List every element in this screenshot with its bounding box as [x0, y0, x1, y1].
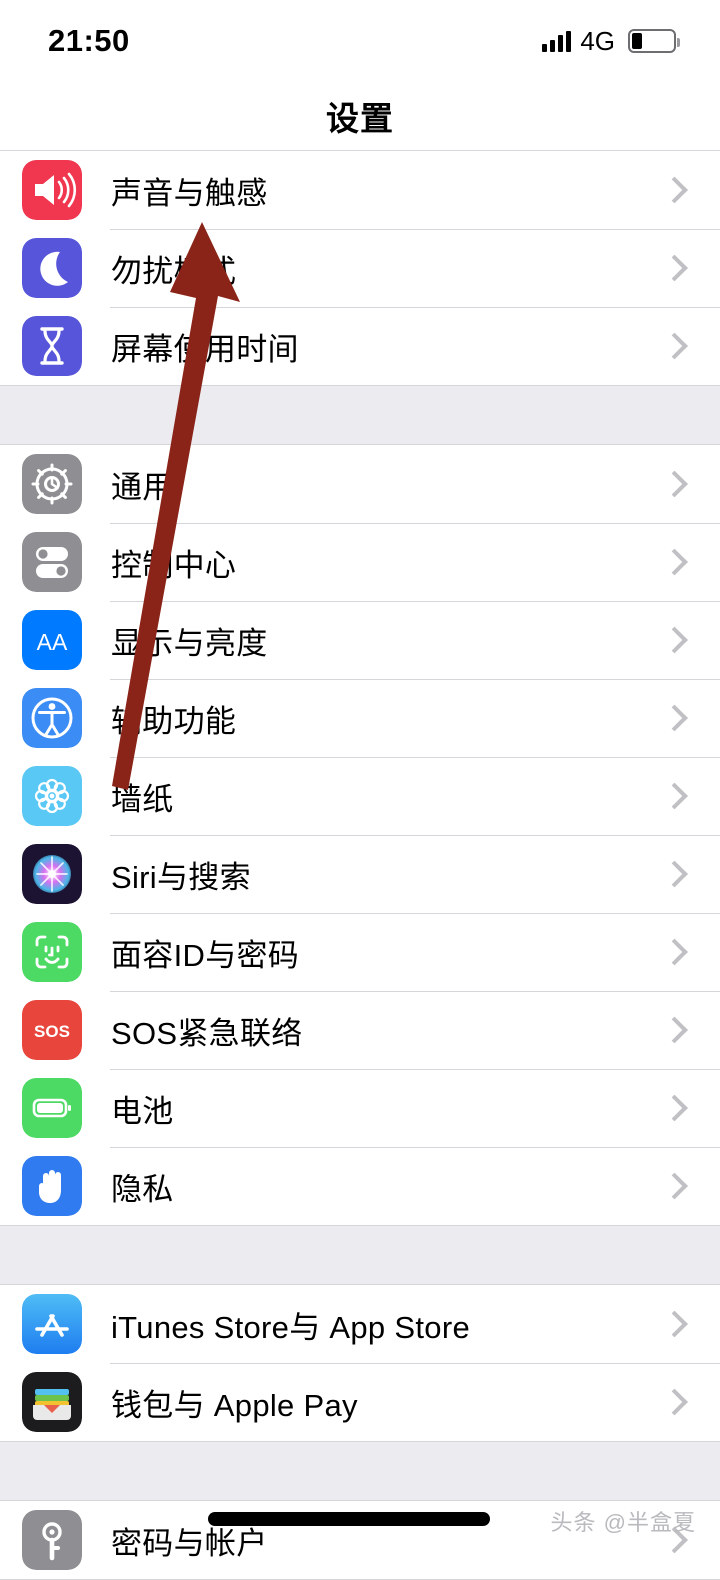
wallpaper-icon: [22, 766, 82, 826]
chevron-right-icon: [661, 704, 688, 732]
settings-row[interactable]: iTunes Store与 App Store: [0, 1285, 720, 1363]
screen-time-icon: [22, 316, 82, 376]
settings-row[interactable]: 面容ID与密码: [0, 913, 720, 991]
settings-row-label: 声音与触感: [111, 175, 268, 211]
settings-row-label: 钱包与 Apple Pay: [111, 1387, 358, 1423]
chevron-right-icon: [661, 254, 688, 282]
chevron-right-icon: [661, 1094, 688, 1122]
settings-row-label: 辅助功能: [111, 703, 237, 739]
settings-row[interactable]: 隐私: [0, 1147, 720, 1225]
chevron-right-icon: [661, 1016, 688, 1044]
chevron-right-icon: [661, 860, 688, 888]
control-center-icon: [22, 532, 82, 592]
settings-row[interactable]: Siri与搜索: [0, 835, 720, 913]
settings-row-label: 通用: [111, 469, 174, 505]
chevron-right-icon: [661, 332, 688, 360]
settings-row[interactable]: 电池: [0, 1069, 720, 1147]
svg-text:AA: AA: [37, 629, 68, 655]
settings-row[interactable]: 墙纸: [0, 757, 720, 835]
settings-row-label: 勿扰模式: [111, 253, 237, 289]
carrier-network-label: 4G: [580, 25, 615, 56]
settings-row[interactable]: 声音与触感: [0, 151, 720, 229]
settings-row[interactable]: 屏幕使用时间: [0, 307, 720, 385]
settings-row-label: iTunes Store与 App Store: [111, 1309, 470, 1345]
settings-row-label: 控制中心: [111, 547, 237, 583]
signal-bars-icon: [542, 30, 572, 52]
wallet-icon: [22, 1372, 82, 1432]
privacy-hand-icon: [22, 1156, 82, 1216]
settings-row-label: Siri与搜索: [111, 859, 251, 895]
settings-row-label: 屏幕使用时间: [111, 331, 299, 367]
settings-list[interactable]: 声音与触感勿扰模式屏幕使用时间 通用控制中心 AA 显示与亮度辅助功能墙纸 Siri与搜…: [0, 150, 720, 1580]
settings-row-label: 墙纸: [111, 781, 174, 817]
watermark: 头条 @半盒夏: [550, 1510, 696, 1535]
chevron-right-icon: [661, 1388, 688, 1416]
group-separator: [0, 1442, 720, 1500]
chevron-right-icon: [661, 782, 688, 810]
do-not-disturb-icon: [22, 238, 82, 298]
redaction-bar: [208, 1512, 490, 1526]
settings-row-label: 面容ID与密码: [111, 937, 300, 973]
app-store-icon: [22, 1294, 82, 1354]
group-separator: [0, 386, 720, 444]
emergency-sos-icon: SOS: [22, 1000, 82, 1060]
settings-row[interactable]: 通用: [0, 445, 720, 523]
face-id-passcode-icon: [22, 922, 82, 982]
chevron-right-icon: [661, 1310, 688, 1338]
siri-search-icon: [22, 844, 82, 904]
sound-haptics-icon: [22, 160, 82, 220]
chevron-right-icon: [661, 626, 688, 654]
svg-text:SOS: SOS: [34, 1022, 70, 1041]
battery-settings-icon: [22, 1078, 82, 1138]
accessibility-icon: [22, 688, 82, 748]
settings-row-label: 显示与亮度: [111, 625, 268, 661]
general-gear-icon: [22, 454, 82, 514]
group-store: iTunes Store与 App Store 钱包与 Apple Pay: [0, 1284, 720, 1442]
status-bar-time: 21:50: [48, 23, 130, 58]
passwords-accounts-icon: [22, 1510, 82, 1570]
group-sound: 声音与触感勿扰模式屏幕使用时间: [0, 150, 720, 386]
settings-row-label: SOS紧急联络: [111, 1015, 303, 1051]
navigation-bar: 设置: [0, 82, 720, 150]
settings-row[interactable]: 勿扰模式: [0, 229, 720, 307]
chevron-right-icon: [661, 1172, 688, 1200]
battery-icon: [628, 29, 680, 53]
settings-row[interactable]: 钱包与 Apple Pay: [0, 1363, 720, 1441]
chevron-right-icon: [661, 548, 688, 576]
group-general: 通用控制中心 AA 显示与亮度辅助功能墙纸 Siri与搜索面容ID与密码 SOS SOS紧…: [0, 444, 720, 1226]
chevron-right-icon: [661, 938, 688, 966]
settings-row[interactable]: AA 显示与亮度: [0, 601, 720, 679]
display-brightness-icon: AA: [22, 610, 82, 670]
chevron-right-icon: [661, 176, 688, 204]
page-title: 设置: [326, 100, 394, 137]
group-separator: [0, 1226, 720, 1284]
settings-row[interactable]: SOS SOS紧急联络: [0, 991, 720, 1069]
settings-row-label: 电池: [111, 1093, 174, 1129]
settings-row[interactable]: 控制中心: [0, 523, 720, 601]
chevron-right-icon: [661, 470, 688, 498]
status-bar: 21:50 4G: [0, 0, 720, 82]
settings-row-label: 隐私: [111, 1171, 174, 1207]
status-bar-right: 4G: [542, 25, 680, 57]
settings-row[interactable]: 辅助功能: [0, 679, 720, 757]
